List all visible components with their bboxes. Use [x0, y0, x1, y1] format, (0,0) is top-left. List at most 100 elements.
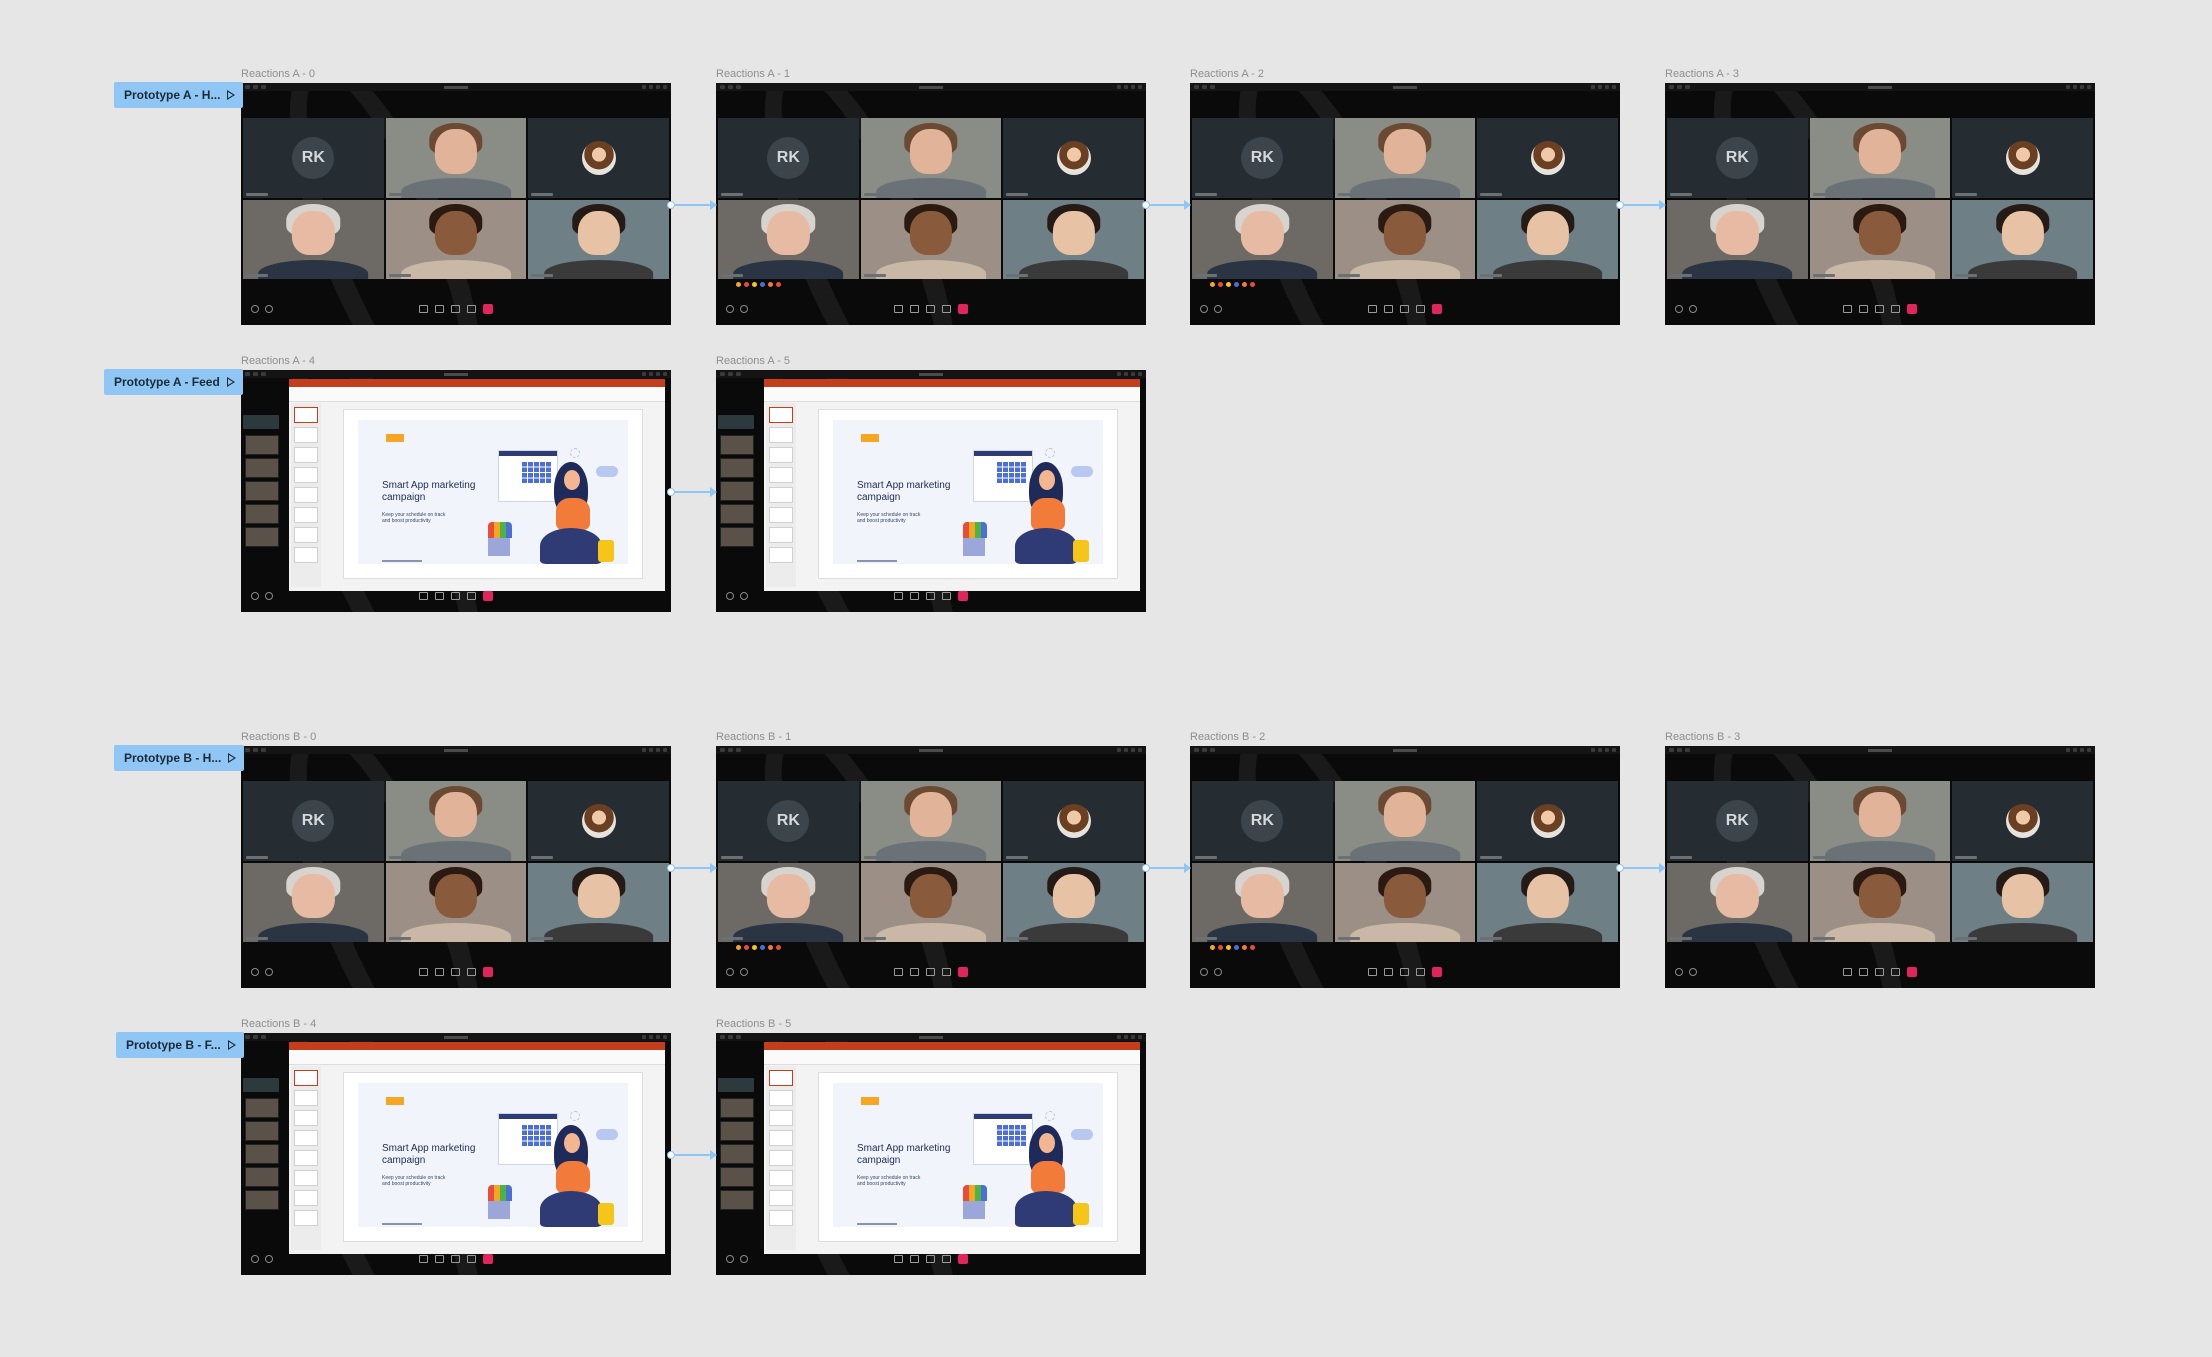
window-control-icon[interactable] [1677, 748, 1682, 752]
window-action-icon[interactable] [2080, 748, 2084, 752]
participant-tile[interactable] [1477, 199, 1618, 279]
share-icon[interactable] [894, 592, 903, 600]
connection-origin[interactable] [1142, 864, 1150, 872]
window-control-icon[interactable] [1210, 748, 1215, 752]
chat-icon[interactable] [451, 592, 460, 600]
reaction-emoji-icon[interactable] [744, 945, 749, 950]
window-control-icon[interactable] [720, 372, 725, 376]
share-icon[interactable] [894, 305, 903, 313]
chat-icon[interactable] [1875, 305, 1884, 313]
leave-call-button[interactable] [1432, 967, 1442, 977]
prototype-connection[interactable] [667, 1150, 717, 1160]
prototype-frame[interactable]: Smart App marketing campaign Keep your sc… [716, 1033, 1146, 1275]
window-control-icon[interactable] [1202, 748, 1207, 752]
window-control-icon[interactable] [253, 748, 258, 752]
microphone-icon[interactable] [726, 968, 734, 976]
participant-tile[interactable] [860, 118, 1002, 198]
window-action-icon[interactable] [2087, 748, 2091, 752]
prototype-frame[interactable]: RK [241, 83, 671, 325]
window-action-icon[interactable] [2087, 85, 2091, 89]
reaction-emoji-icon[interactable] [1234, 282, 1239, 287]
share-icon[interactable] [894, 968, 903, 976]
reactions-icon[interactable] [740, 1255, 748, 1263]
window-control-icon[interactable] [1669, 748, 1674, 752]
camera-icon[interactable] [435, 968, 444, 976]
leave-call-button[interactable] [1432, 304, 1442, 314]
participant-tile[interactable] [243, 862, 384, 942]
filmstrip-participant[interactable] [245, 1144, 279, 1164]
window-control-icon[interactable] [1669, 85, 1674, 89]
participant-tile[interactable] [718, 862, 859, 942]
participants-icon[interactable] [942, 305, 951, 313]
participant-tile[interactable] [1477, 118, 1618, 198]
microphone-icon[interactable] [251, 1255, 259, 1263]
reactions-icon[interactable] [1214, 305, 1222, 313]
window-action-icon[interactable] [1612, 748, 1616, 752]
window-control-icon[interactable] [1685, 748, 1690, 752]
window-action-icon[interactable] [642, 1035, 646, 1039]
window-action-icon[interactable] [1591, 85, 1595, 89]
window-action-icon[interactable] [2073, 748, 2077, 752]
participant-tile[interactable] [1667, 862, 1808, 942]
participant-tile[interactable] [1952, 781, 2093, 861]
connection-origin[interactable] [667, 864, 675, 872]
window-control-icon[interactable] [736, 372, 741, 376]
filmstrip-participant[interactable] [245, 458, 279, 478]
participant-tile[interactable] [528, 781, 669, 861]
window-action-icon[interactable] [663, 1035, 667, 1039]
window-action-icon[interactable] [1131, 372, 1135, 376]
connection-origin[interactable] [1142, 201, 1150, 209]
window-action-icon[interactable] [1138, 748, 1142, 752]
reactions-bar[interactable] [736, 945, 781, 950]
share-icon[interactable] [419, 592, 428, 600]
reaction-emoji-icon[interactable] [1242, 945, 1247, 950]
participant-tile[interactable] [860, 781, 1002, 861]
window-action-icon[interactable] [2066, 748, 2070, 752]
participant-tile[interactable] [1952, 199, 2093, 279]
chat-icon[interactable] [926, 592, 935, 600]
window-control-icon[interactable] [1210, 85, 1215, 89]
window-control-icon[interactable] [736, 85, 741, 89]
prototype-flow-start[interactable]: Prototype A - H... [114, 82, 244, 108]
window-action-icon[interactable] [656, 85, 660, 89]
prototype-connection[interactable] [667, 200, 717, 210]
prototype-frame[interactable]: Smart App marketing campaign Keep your sc… [241, 1033, 671, 1275]
chat-icon[interactable] [926, 305, 935, 313]
prototype-frame[interactable]: RK [1665, 746, 2095, 988]
reactions-icon[interactable] [1214, 968, 1222, 976]
window-action-icon[interactable] [1131, 748, 1135, 752]
reactions-bar[interactable] [1210, 945, 1255, 950]
participant-tile[interactable]: RK [1192, 118, 1333, 198]
chat-icon[interactable] [926, 968, 935, 976]
window-control-icon[interactable] [720, 748, 725, 752]
window-control-icon[interactable] [1194, 85, 1199, 89]
reaction-emoji-icon[interactable] [1226, 282, 1231, 287]
window-action-icon[interactable] [1612, 85, 1616, 89]
prototype-frame[interactable]: RK [1665, 83, 2095, 325]
participants-icon[interactable] [1891, 305, 1900, 313]
participant-tile[interactable] [1334, 862, 1476, 942]
reactions-icon[interactable] [1689, 968, 1697, 976]
window-control-icon[interactable] [1677, 85, 1682, 89]
window-control-icon[interactable] [728, 748, 733, 752]
window-control-icon[interactable] [245, 372, 250, 376]
microphone-icon[interactable] [1675, 968, 1683, 976]
microphone-icon[interactable] [1200, 968, 1208, 976]
reaction-emoji-icon[interactable] [768, 945, 773, 950]
window-action-icon[interactable] [1124, 1035, 1128, 1039]
connection-origin[interactable] [667, 201, 675, 209]
reaction-emoji-icon[interactable] [1250, 282, 1255, 287]
chat-icon[interactable] [1400, 968, 1409, 976]
reaction-emoji-icon[interactable] [776, 945, 781, 950]
participant-tile[interactable]: RK [718, 781, 859, 861]
reaction-emoji-icon[interactable] [752, 282, 757, 287]
window-action-icon[interactable] [1605, 85, 1609, 89]
participant-tile[interactable] [1809, 199, 1951, 279]
filmstrip-participant[interactable] [720, 435, 754, 455]
prototype-connection[interactable] [1142, 200, 1191, 210]
camera-icon[interactable] [1384, 968, 1393, 976]
filmstrip-participant[interactable] [245, 1167, 279, 1187]
participant-tile[interactable] [1477, 781, 1618, 861]
participant-tile[interactable] [1952, 118, 2093, 198]
participant-tile[interactable]: RK [718, 118, 859, 198]
